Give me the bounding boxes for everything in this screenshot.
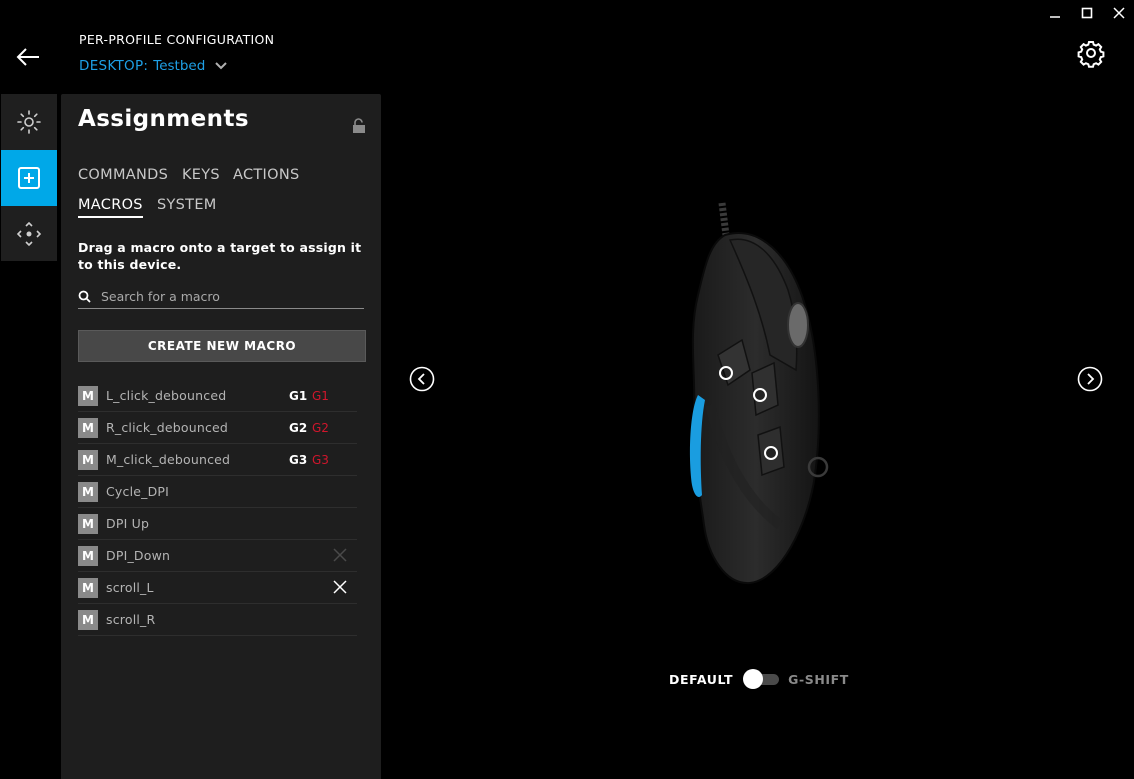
assigned-gshift-key: G1 [312,388,329,403]
tab-system[interactable]: SYSTEM [157,197,217,216]
rail-item-sensitivity[interactable] [1,206,57,262]
assigned-gshift-key: G3 [312,452,329,467]
macro-name: DPI Up [106,516,150,531]
macro-row[interactable]: M Cycle_DPI [78,476,357,508]
drag-hint: Drag a macro onto a target to assign it … [78,240,362,272]
page-title: PER-PROFILE CONFIGURATION [79,32,275,47]
macro-badge: M [78,513,98,534]
macro-row[interactable]: Mscroll_R [78,604,357,636]
macro-badge: M [78,417,98,438]
profile-selector[interactable]: DESKTOP: Testbed [79,58,228,74]
macro-name: L_click_debounced [106,388,227,403]
assigned-key: G3 [289,452,308,467]
rail-item-lighting[interactable] [1,94,57,150]
macro-badge: M [78,385,98,406]
next-view-button[interactable] [1077,366,1103,392]
create-new-macro-button[interactable]: CREATE NEW MACRO [78,330,366,362]
hotspot-g1[interactable] [719,366,733,380]
search-input[interactable] [99,287,353,305]
panel-title: Assignments [78,106,249,132]
hotspot-g2[interactable] [753,388,767,402]
macro-name: scroll_L [106,580,154,595]
sensitivity-icon [16,221,42,247]
previous-view-button[interactable] [409,366,435,392]
macro-badge: M [78,577,98,598]
assignments-panel: Assignments COMMANDS KEYS ACTIONS MACROS… [61,94,381,779]
profile-name: Testbed [153,58,206,74]
macro-badge: M [78,609,98,630]
macro-row[interactable]: M R_click_debounced G2 G2 [78,412,357,444]
macro-name: R_click_debounced [106,420,229,435]
macro-row[interactable]: Mscroll_L [78,572,357,604]
minimize-icon [1050,16,1060,18]
unlock-icon[interactable] [352,118,366,134]
tab-macros[interactable]: MACROS [78,197,143,218]
assignments-icon [18,167,40,189]
assigned-gshift-key: G2 [312,420,329,435]
chevron-left-circle-icon [409,366,435,392]
profile-prefix: DESKTOP: [79,58,149,74]
macro-name: Cycle_DPI [106,484,170,499]
macro-list: M L_click_debounced G1 G1 M R_click_debounced… [78,380,357,636]
gear-icon [1077,41,1105,68]
assigned-key: G2 [289,420,308,435]
macro-name: DPI_Down [106,548,171,563]
nav-rail [1,94,57,261]
search-field[interactable] [78,284,364,309]
assigned-key: G1 [289,388,308,403]
macro-row[interactable]: M M_click_debounced G3 G3 [78,444,357,476]
macro-badge: M [78,481,98,502]
default-mode-label: DEFAULT [669,671,734,687]
maximize-icon [1081,7,1093,19]
close-icon [1113,7,1125,19]
lighting-icon [17,110,41,134]
macro-name: scroll_R [106,612,156,627]
macro-badge: M [78,545,98,566]
remove-macro-icon[interactable] [333,580,347,594]
tab-commands[interactable]: COMMANDS [78,167,168,186]
minimize-button[interactable] [1044,4,1066,22]
settings-button[interactable] [1076,38,1106,68]
maximize-button[interactable] [1076,4,1098,22]
tab-keys[interactable]: KEYS [182,167,220,186]
mode-toggle-group: DEFAULT G-SHIFT [669,669,849,689]
toggle-knob [743,669,764,689]
hotspot-g3[interactable] [764,446,778,460]
chevron-down-icon [215,62,228,70]
chevron-right-circle-icon [1077,366,1103,392]
gshift-toggle[interactable] [743,669,780,689]
remove-macro-icon[interactable] [333,548,347,562]
close-button[interactable] [1108,4,1130,22]
tab-actions[interactable]: ACTIONS [233,167,300,186]
gshift-mode-label: G-SHIFT [788,671,849,687]
macro-badge: M [78,449,98,470]
macro-row[interactable]: M L_click_debounced G1 G1 [78,380,357,412]
back-arrow-icon [16,48,39,66]
macro-row[interactable]: M DPI_Down [78,540,357,572]
rail-item-assignments[interactable] [1,150,57,206]
macro-name: M_click_debounced [106,452,231,467]
macro-row[interactable]: M DPI Up [78,508,357,540]
back-button[interactable] [14,42,44,72]
search-icon [78,290,91,303]
